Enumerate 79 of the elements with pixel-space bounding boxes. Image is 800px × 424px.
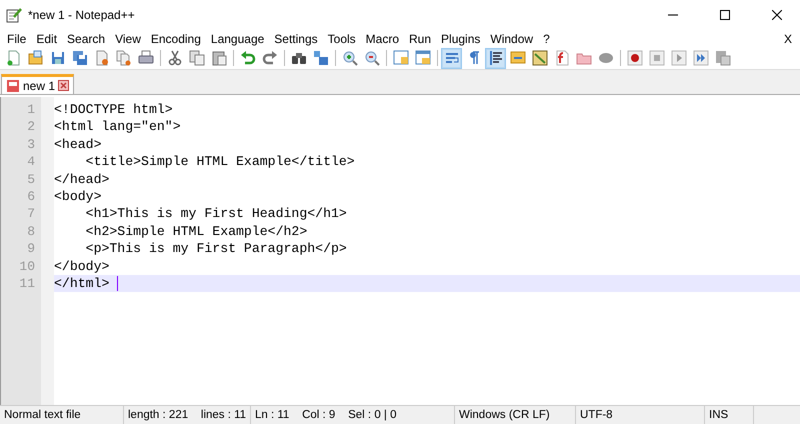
code-line: <!DOCTYPE html>	[54, 101, 174, 118]
window-title: *new 1 - Notepad++	[28, 8, 136, 22]
code-line: <p>This is my First Paragraph</p>	[84, 240, 348, 258]
menu-item[interactable]: Search	[62, 32, 110, 46]
document-icon	[94, 50, 110, 66]
magnifier-icon	[342, 50, 358, 66]
binoculars-icon	[290, 50, 306, 66]
document-icon	[6, 78, 20, 92]
stop-icon	[648, 50, 664, 66]
document-tab[interactable]: new 1	[1, 74, 74, 94]
play-icon	[670, 50, 686, 66]
menu-item[interactable]: Settings	[269, 32, 323, 46]
close-icon	[772, 10, 782, 20]
line-number: 5	[26, 170, 36, 188]
cloud-icon	[598, 50, 614, 66]
code-line: <title>Simple HTML Example</title>	[84, 153, 356, 171]
code-line: <head>	[54, 136, 102, 154]
code-line: <h1>This is my First Heading</h1>	[84, 205, 348, 223]
magnifier-icon	[364, 50, 380, 66]
status-field: length : 221 lines : 11	[124, 406, 251, 424]
status-field: Normal text file	[0, 406, 124, 424]
indent-icon	[488, 50, 504, 66]
map-icon	[532, 50, 548, 66]
status-field: INS	[705, 406, 754, 424]
menu-item[interactable]: Plugins	[436, 32, 486, 46]
document-icon	[6, 50, 22, 66]
redo-icon	[262, 50, 278, 66]
notepad-icon	[6, 7, 22, 23]
line-number: 11	[18, 274, 36, 292]
floppy-icon	[50, 50, 66, 66]
menu-item[interactable]: Encoding	[146, 32, 206, 46]
line-number: 8	[26, 222, 36, 240]
menu-item[interactable]: ?	[538, 32, 555, 46]
line-number: 4	[26, 153, 36, 171]
status-field: Ln : 11 Col : 9 Sel : 0 | 0	[251, 406, 455, 424]
status-field: UTF-8	[576, 406, 705, 424]
code-line: </body>	[54, 258, 110, 275]
line-number: 1	[26, 101, 36, 118]
flag-icon	[510, 50, 526, 66]
function-icon	[554, 50, 570, 66]
code-line: <h2>Simple HTML Example</h2>	[84, 222, 308, 240]
replace-icon	[312, 50, 328, 66]
line-number: 3	[26, 136, 36, 154]
menu-item[interactable]: Window	[485, 32, 538, 46]
clipboard-icon	[210, 50, 226, 66]
toolbar-button[interactable]	[485, 48, 506, 68]
wrap-icon	[444, 50, 460, 66]
menu-item[interactable]: Tools	[322, 32, 361, 46]
line-number: 10	[18, 258, 36, 275]
menu-item[interactable]: Language	[206, 32, 270, 46]
fast-forward-icon	[692, 50, 708, 66]
close-icon[interactable]	[58, 80, 70, 91]
documents-icon	[116, 50, 132, 66]
macro-save-icon	[714, 50, 730, 66]
undo-icon	[240, 50, 256, 66]
copy-icon	[188, 50, 204, 66]
scissors-icon	[166, 50, 182, 66]
line-number: 2	[26, 118, 36, 136]
floppies-icon	[72, 50, 88, 66]
menu-item[interactable]: Edit	[31, 32, 62, 46]
menu-item[interactable]: Run	[404, 32, 436, 46]
window-icon	[392, 50, 408, 66]
code-line: <body>	[54, 188, 102, 206]
code-line: </head>	[54, 170, 110, 188]
folder-icon	[28, 50, 44, 66]
menu-item[interactable]: File	[2, 32, 32, 46]
line-number: 9	[26, 240, 36, 258]
text-cursor	[117, 276, 118, 291]
menu-item[interactable]: View	[110, 32, 146, 46]
status-field: Windows (CR LF)	[455, 406, 576, 424]
line-number: 6	[26, 188, 36, 206]
code-line: <html lang="en">	[54, 118, 182, 136]
record-icon	[626, 50, 642, 66]
line-number: 7	[26, 205, 36, 223]
menu-item[interactable]: Macro	[360, 32, 404, 46]
printer-icon	[138, 50, 154, 66]
maximize-icon	[720, 10, 730, 20]
close-document-button[interactable]: X	[776, 32, 800, 46]
window-icon	[414, 50, 430, 66]
